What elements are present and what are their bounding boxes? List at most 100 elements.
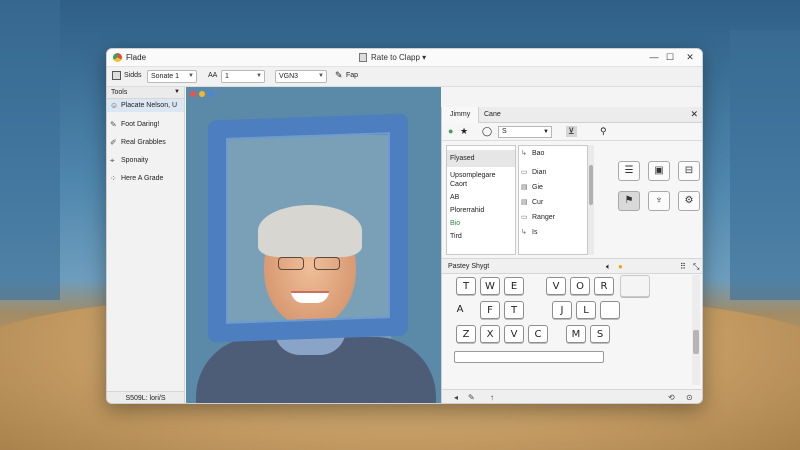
tool-item-placate[interactable]: ☺ Placate Nelson, U (107, 99, 184, 112)
blue-photo-frame[interactable] (208, 113, 408, 343)
window-dots (190, 90, 217, 99)
close-button[interactable]: ✕ (683, 51, 697, 64)
list-item[interactable]: Upsomplegare Caort (447, 167, 515, 193)
yellow-dot-icon[interactable] (199, 91, 205, 97)
list-item[interactable]: ▤ Gie (519, 180, 587, 195)
space-bar[interactable] (454, 351, 604, 363)
key-m[interactable]: M (566, 325, 586, 343)
list-item[interactable]: Flyased (447, 150, 515, 167)
orange-dot-icon[interactable]: ● (618, 262, 623, 271)
key-v2[interactable]: V (504, 325, 524, 343)
key-t2[interactable]: T (504, 301, 524, 319)
style-select[interactable]: VGN3 ▼ (275, 70, 327, 83)
list-item-label: Is (532, 229, 538, 236)
key-t[interactable]: T (456, 277, 476, 295)
key-l[interactable]: L (576, 301, 596, 319)
close-icon[interactable]: ✕ (690, 109, 698, 120)
key-f[interactable]: F (480, 301, 500, 319)
list-primary: Flyased Upsomplegare Caort AB Plorerrahi… (446, 145, 516, 255)
tools-panel-header[interactable]: Tools ▼ (107, 87, 184, 99)
tools-panel-title: Tools (111, 89, 128, 96)
list-item[interactable]: ▤ Cur (519, 195, 587, 210)
keyboard-header: Pastey Shygt 🔈︎ ● ⠿ ⤡ (442, 258, 702, 274)
document-title[interactable]: Rate to Clapp ▾ (371, 53, 426, 62)
font-select[interactable]: Sonate 1 ▼ (147, 70, 197, 83)
key-a[interactable]: A (450, 301, 470, 319)
minimize-button[interactable]: — (647, 51, 661, 64)
panel-select[interactable]: S ▼ (498, 126, 552, 138)
green-circle-icon[interactable]: ● (448, 126, 453, 136)
chevron-down-icon: ▼ (174, 89, 180, 95)
key-j[interactable]: J (552, 301, 572, 319)
font-select-value: Sonate 1 (151, 73, 180, 80)
arrow-icon: ↳ (521, 150, 527, 157)
list-item[interactable]: ▭ Dian (519, 165, 587, 180)
key-v[interactable]: V (546, 277, 566, 295)
tuning-icon[interactable]: ♆ (648, 191, 670, 211)
tool-item-foot-daring[interactable]: ✎ Foot Daring! (107, 118, 184, 131)
tool-item-here-a-grade[interactable]: ⁘ Here A Grade (107, 172, 184, 185)
list-item[interactable]: AB (447, 193, 515, 206)
speaker-icon[interactable]: 🔈︎ (606, 262, 611, 272)
gear-icon[interactable]: ⚙ (678, 191, 700, 211)
key-e[interactable]: E (504, 277, 524, 295)
align-icon[interactable]: ☰ (618, 161, 640, 181)
resize-icon[interactable]: ⤡ (693, 262, 699, 272)
list-scrollbar[interactable] (588, 145, 594, 255)
tool-item-sponaity[interactable]: ⌖ Sponaity (107, 154, 184, 167)
tab-cane[interactable]: Cane (476, 107, 509, 123)
flip-icon[interactable]: ✎ (335, 70, 343, 81)
key-s[interactable]: S (590, 325, 610, 343)
image-canvas[interactable] (186, 87, 441, 403)
flag-icon[interactable]: ⚑ (618, 191, 640, 211)
app-window: Flade Rate to Clapp ▾ — ☐ ✕ Sidds Sonate… (106, 48, 703, 404)
toolbar: Sidds Sonate 1 ▼ AA 1 ▼ VGN3 ▼ ✎ Fap (107, 67, 702, 87)
scrollbar-thumb[interactable] (589, 165, 593, 205)
chevron-down-icon: ▼ (256, 73, 262, 79)
list-item-label: Dian (532, 169, 547, 176)
view-toggle-icon[interactable]: ⊻ (566, 126, 577, 137)
key-r[interactable]: R (594, 277, 614, 295)
photo-icon[interactable]: ▣ (648, 161, 670, 181)
font-icon (112, 71, 121, 80)
red-dot-icon[interactable] (190, 91, 196, 97)
key-o[interactable]: O (570, 277, 590, 295)
folder-icon: ▤ (521, 184, 528, 191)
key-blank[interactable] (620, 275, 650, 297)
settings-icon[interactable]: ⊙ (686, 393, 693, 402)
list-item[interactable]: Plorerrahid (447, 206, 515, 219)
maximize-button[interactable]: ☐ (663, 51, 677, 64)
tool-item-label: Real Grabbles (121, 139, 166, 146)
flip-label[interactable]: Fap (346, 72, 358, 79)
key-w[interactable]: W (480, 277, 500, 295)
dots-icon: ⁘ (110, 174, 117, 183)
list-secondary: ↳ Bao ▭ Dian ▤ Gie ▤ Cur ▭ Ranger ↳ Is (518, 145, 588, 255)
star-icon[interactable]: ★ (460, 126, 468, 137)
up-arrow-icon[interactable]: ↑ (490, 393, 494, 402)
list-item[interactable]: ↳ Is (519, 225, 587, 240)
scrollbar-thumb[interactable] (693, 330, 699, 354)
size-select[interactable]: 1 ▼ (221, 70, 265, 83)
sync-icon[interactable]: ⟲ (668, 393, 675, 402)
key-z[interactable]: Z (456, 325, 476, 343)
chevron-down-icon: ▼ (543, 129, 549, 135)
chevron-down-icon: ▼ (318, 73, 324, 79)
tab-jimmy[interactable]: Jimmy (442, 107, 480, 123)
pin-icon[interactable]: ⚲ (600, 126, 607, 137)
tool-item-real-grabbles[interactable]: ✐ Real Grabbles (107, 136, 184, 149)
keyboard-scrollbar[interactable] (692, 275, 700, 385)
eye-icon[interactable]: ◯ (482, 126, 492, 137)
key-blank-2[interactable] (600, 301, 620, 319)
list-item[interactable]: Bio (447, 219, 515, 232)
back-icon[interactable]: ◂ (454, 393, 458, 402)
blue-dot-icon[interactable] (208, 91, 214, 97)
edit-icon[interactable]: ✎ (468, 393, 475, 402)
list-item[interactable]: ▭ Ranger (519, 210, 587, 225)
key-x[interactable]: X (480, 325, 500, 343)
grip-icon[interactable]: ⠿ (680, 262, 686, 271)
list-item[interactable]: ↳ Bao (519, 146, 587, 161)
list-item[interactable]: Tird (447, 232, 515, 245)
key-c[interactable]: C (528, 325, 548, 343)
brush-icon: ✐ (110, 138, 117, 147)
layers-icon[interactable]: ⊟ (678, 161, 700, 181)
